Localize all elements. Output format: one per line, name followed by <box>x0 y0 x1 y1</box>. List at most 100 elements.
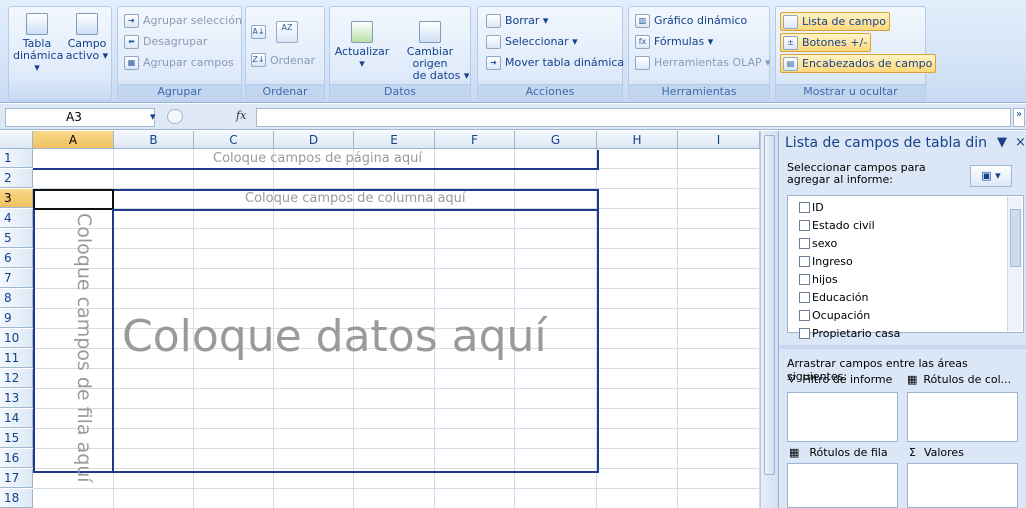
scroll-thumb[interactable] <box>764 135 775 475</box>
cambiar-origen-button[interactable]: Cambiar origen de datos ▾ <box>390 21 470 82</box>
refresh-icon <box>351 21 373 43</box>
sort-asc-icon[interactable]: A↓ <box>251 25 266 39</box>
seleccionar-button[interactable]: Seleccionar ▾ <box>486 33 578 51</box>
field-item[interactable]: Educación <box>799 289 869 307</box>
layout-dropdown-icon[interactable]: ▣ ▾ <box>970 165 1012 187</box>
field-list-thumb[interactable] <box>1010 209 1021 267</box>
field-checkbox[interactable] <box>799 309 810 321</box>
field-checkbox[interactable] <box>799 273 810 285</box>
values-area[interactable] <box>907 463 1018 508</box>
row-header[interactable]: 1 <box>0 149 33 168</box>
column-header[interactable]: C <box>194 131 274 149</box>
row-header[interactable]: 10 <box>0 329 33 348</box>
row-header[interactable]: 7 <box>0 269 33 288</box>
column-field-placeholder: Coloque campos de columna aquí <box>245 191 466 206</box>
name-box[interactable]: A3 <box>5 108 155 127</box>
row-header[interactable]: 13 <box>0 389 33 408</box>
sort-dialog-icon[interactable]: AZ <box>276 21 298 43</box>
grafico-dinamico-button[interactable]: ▥ Gráfico dinámico <box>635 12 747 30</box>
row-header[interactable]: 4 <box>0 209 33 228</box>
field-item[interactable]: ID <box>799 199 824 217</box>
campo-activo-button[interactable]: Campo activo ▾ <box>65 13 109 62</box>
lista-de-campo-toggle[interactable]: Lista de campo <box>780 12 890 31</box>
filter-area-label: ⛛ Filtro de informe <box>787 373 892 387</box>
pane-splitter[interactable] <box>779 345 1026 349</box>
field-checkbox[interactable] <box>799 201 810 213</box>
group-caption-datos: Datos <box>330 84 470 99</box>
borrar-button[interactable]: Borrar ▾ <box>486 12 548 30</box>
row-header[interactable]: 12 <box>0 369 33 388</box>
actualizar-button[interactable]: Actualizar ▾ <box>332 21 392 70</box>
column-header[interactable]: E <box>354 131 435 149</box>
filter-label: Filtro de informe <box>802 373 893 386</box>
herramientas-olap-button[interactable]: Herramientas OLAP ▾ <box>635 54 771 72</box>
pane-options-chevron-icon[interactable]: ▼ <box>997 135 1007 150</box>
expand-formula-icon[interactable]: » <box>1013 108 1025 127</box>
name-box-dropdown-icon[interactable]: ▾ <box>150 110 156 123</box>
botones-toggle[interactable]: ± Botones +/- <box>780 33 872 52</box>
formula-input[interactable] <box>256 108 1011 127</box>
row-header[interactable]: 9 <box>0 309 33 328</box>
field-item[interactable]: Estado civil <box>799 217 875 235</box>
field-label: ID <box>812 201 824 214</box>
field-item[interactable]: Propietario casa <box>799 325 900 343</box>
filter-area[interactable] <box>787 392 898 442</box>
column-header[interactable]: A <box>33 131 114 149</box>
rows-area[interactable] <box>787 463 898 508</box>
row-header[interactable]: 5 <box>0 229 33 248</box>
mover-tabla-button[interactable]: ➜ Mover tabla dinámica <box>486 54 624 72</box>
field-checkbox[interactable] <box>799 219 810 231</box>
vertical-scrollbar[interactable] <box>760 131 778 508</box>
field-checkbox[interactable] <box>799 255 810 267</box>
column-header[interactable]: H <box>597 131 678 149</box>
name-box-value: A3 <box>66 110 82 124</box>
column-header[interactable]: B <box>114 131 194 149</box>
worksheet-grid[interactable]: ABCDEFGHI 1 2 3 4 5 6 7 8 9 10 11 12 13 14 15 16 17 18 Co… <box>0 131 760 508</box>
field-item[interactable]: sexo <box>799 235 837 253</box>
eraser-icon <box>486 14 501 28</box>
field-list-scrollbar[interactable] <box>1007 197 1022 331</box>
row-header[interactable]: 16 <box>0 449 33 468</box>
row-header[interactable]: 14 <box>0 409 33 428</box>
ordenar-button[interactable]: Ordenar <box>270 52 315 70</box>
row-header[interactable]: 6 <box>0 249 33 268</box>
column-area-label: ▦ Rótulos de col... <box>907 373 1011 386</box>
column-header[interactable]: I <box>678 131 760 149</box>
row-header[interactable]: 17 <box>0 469 33 488</box>
active-cell-a3[interactable] <box>33 189 114 210</box>
lista-label: Lista de campo <box>802 15 886 28</box>
sort-desc-icon[interactable]: Z↓ <box>251 53 266 67</box>
group-caption-agrupar: Agrupar <box>118 84 241 99</box>
field-checkbox[interactable] <box>799 327 810 339</box>
agrupar-campos-button[interactable]: ▦ Agrupar campos <box>124 54 234 72</box>
field-checkbox[interactable] <box>799 237 810 249</box>
column-header[interactable]: G <box>515 131 597 149</box>
encabezados-label: Encabezados de campo <box>802 57 933 70</box>
close-icon[interactable]: × <box>1015 135 1026 150</box>
formulas-label: Fórmulas ▾ <box>654 35 714 48</box>
formulas-button[interactable]: fx Fórmulas ▾ <box>635 33 713 51</box>
tabla-dinamica-button[interactable]: Tabla dinámica ▾ <box>13 13 63 74</box>
row-header[interactable]: 8 <box>0 289 33 308</box>
column-header[interactable]: F <box>435 131 515 149</box>
row-header[interactable]: 2 <box>0 169 33 188</box>
field-item[interactable]: Ingreso <box>799 253 853 271</box>
fx-icon[interactable]: fx <box>236 109 246 122</box>
encabezados-toggle[interactable]: ▤ Encabezados de campo <box>780 54 937 73</box>
field-item[interactable]: Ocupación <box>799 307 870 325</box>
field-label: Educación <box>812 291 869 304</box>
pane-title: Lista de campos de tabla din <box>785 135 988 151</box>
select-all-corner[interactable] <box>0 131 33 149</box>
columns-area[interactable] <box>907 392 1018 442</box>
row-header[interactable]: 18 <box>0 489 33 508</box>
desagrupar-button[interactable]: ⬅ Desagrupar <box>124 33 207 51</box>
column-header[interactable]: D <box>274 131 354 149</box>
gridline-horizontal <box>33 488 760 489</box>
agrupar-seleccion-button[interactable]: ➜ Agrupar selección <box>124 12 242 30</box>
row-header[interactable]: 11 <box>0 349 33 368</box>
field-checkbox[interactable] <box>799 291 810 303</box>
row-header[interactable]: 15 <box>0 429 33 448</box>
row-header[interactable]: 3 <box>0 189 33 208</box>
field-item[interactable]: hijos <box>799 271 838 289</box>
field-label: Ingreso <box>812 255 853 268</box>
